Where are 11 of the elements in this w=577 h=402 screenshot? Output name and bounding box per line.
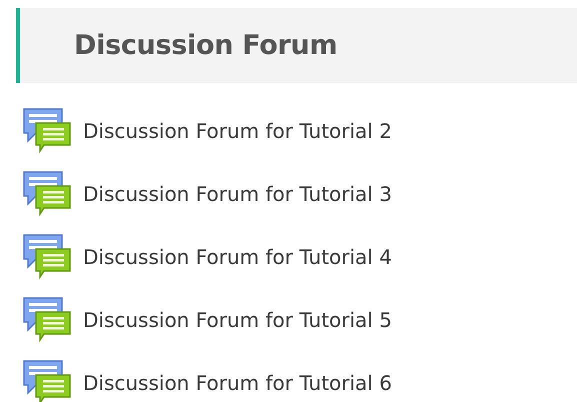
forum-link[interactable]: Discussion Forum for Tutorial 4 bbox=[83, 245, 392, 269]
forum-link[interactable]: Discussion Forum for Tutorial 3 bbox=[83, 182, 392, 206]
chat-bubbles-icon bbox=[22, 296, 72, 344]
chat-bubbles-icon bbox=[22, 359, 72, 402]
chat-bubbles-icon bbox=[22, 233, 72, 281]
chat-bubbles-icon bbox=[22, 170, 72, 218]
forum-link[interactable]: Discussion Forum for Tutorial 6 bbox=[83, 371, 392, 395]
chat-bubbles-icon bbox=[22, 107, 72, 155]
section-title: Discussion Forum bbox=[74, 30, 338, 61]
forum-link[interactable]: Discussion Forum for Tutorial 2 bbox=[83, 119, 392, 143]
forum-link[interactable]: Discussion Forum for Tutorial 5 bbox=[83, 308, 392, 332]
